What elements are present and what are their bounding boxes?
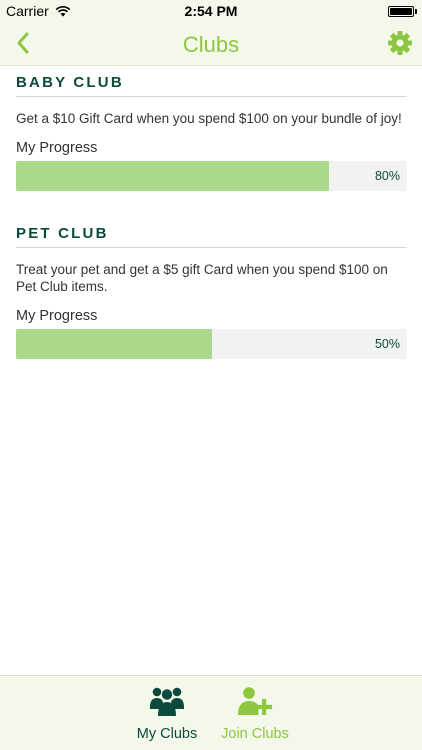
page-title: Clubs	[182, 32, 240, 57]
progress-percent: 80%	[374, 169, 400, 183]
club-card-baby: BABY CLUB Get a $10 Gift Card when you s…	[16, 66, 407, 191]
tab-label: Join Clubs	[221, 726, 289, 742]
club-title: PET CLUB	[16, 225, 407, 248]
tab-join-clubs[interactable]: Join Clubs	[211, 676, 299, 750]
tab-label: My Clubs	[136, 726, 198, 742]
progress-bar: 50%	[16, 329, 407, 359]
group-icon	[149, 684, 185, 718]
progress-bar: 80%	[16, 161, 407, 191]
club-title: BABY CLUB	[16, 74, 407, 97]
clubs-list: BABY CLUB Get a $10 Gift Card when you s…	[16, 66, 407, 359]
status-time: 2:54 PM	[184, 3, 238, 19]
progress-label: My Progress	[16, 140, 98, 156]
settings-button[interactable]	[387, 30, 413, 56]
battery-icon	[388, 6, 414, 17]
status-bar: Carrier 2:54 PM	[0, 0, 422, 22]
progress-label: My Progress	[16, 308, 98, 324]
tab-my-clubs[interactable]: My Clubs	[123, 676, 211, 750]
progress-fill	[16, 161, 329, 191]
club-card-pet: PET CLUB Treat your pet and get a $5 gif…	[16, 217, 407, 359]
battery-tip	[415, 9, 417, 14]
club-description: Treat your pet and get a $5 gift Card wh…	[16, 262, 388, 294]
add-user-icon	[236, 684, 274, 718]
gear-icon	[388, 31, 412, 55]
progress-fill	[16, 329, 212, 359]
progress-percent: 50%	[374, 337, 400, 351]
tab-bar: My Clubs Join Clubs	[0, 675, 422, 750]
club-description: Get a $10 Gift Card when you spend $100 …	[16, 111, 402, 126]
navigation-bar: Clubs	[0, 22, 422, 66]
